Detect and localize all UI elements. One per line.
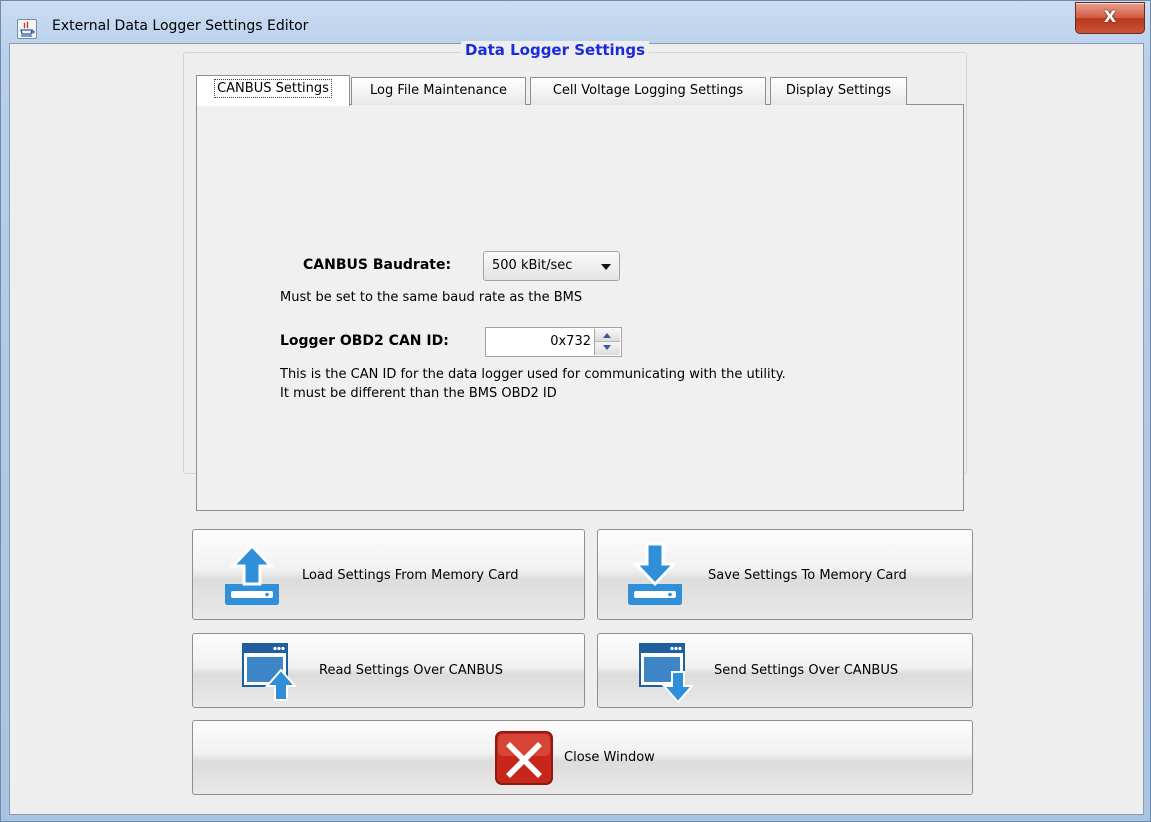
close-x-red-icon bbox=[494, 730, 554, 790]
spinner-up-button[interactable] bbox=[595, 329, 620, 342]
title-bar[interactable]: External Data Logger Settings Editor X bbox=[1, 1, 1150, 43]
tab-label: CANBUS Settings bbox=[214, 79, 332, 98]
group-title: Data Logger Settings bbox=[461, 41, 650, 59]
close-x-icon: X bbox=[1103, 7, 1117, 26]
tab-canbus-settings[interactable]: CANBUS Settings bbox=[196, 75, 350, 106]
read-canbus-button[interactable]: Read Settings Over CANBUS bbox=[192, 633, 585, 708]
tab-panel-canbus bbox=[196, 104, 964, 511]
obd2-id-spinner[interactable]: 0x732 bbox=[485, 327, 622, 357]
java-app-icon[interactable] bbox=[17, 19, 37, 39]
spinner-buttons bbox=[594, 329, 620, 355]
window-upload-icon bbox=[241, 642, 301, 708]
baudrate-value: 500 kBit/sec bbox=[492, 258, 573, 273]
baudrate-hint: Must be set to the same baud rate as the… bbox=[280, 290, 583, 305]
arrow-down-icon bbox=[603, 345, 611, 350]
tab-log-file-maintenance[interactable]: Log File Maintenance bbox=[351, 77, 526, 105]
save-settings-label: Save Settings To Memory Card bbox=[708, 568, 907, 583]
upload-drive-icon bbox=[221, 543, 283, 612]
load-settings-label: Load Settings From Memory Card bbox=[302, 568, 519, 583]
download-drive-icon bbox=[624, 542, 686, 612]
tab-label: Display Settings bbox=[785, 83, 892, 98]
baudrate-dropdown[interactable]: 500 kBit/sec bbox=[483, 251, 620, 281]
tab-cell-voltage-logging[interactable]: Cell Voltage Logging Settings bbox=[530, 77, 766, 105]
save-settings-button[interactable]: Save Settings To Memory Card bbox=[597, 529, 973, 620]
baudrate-label: CANBUS Baudrate: bbox=[303, 257, 452, 273]
obd2-id-value[interactable]: 0x732 bbox=[550, 334, 591, 349]
send-canbus-button[interactable]: Send Settings Over CANBUS bbox=[597, 633, 973, 708]
window-title: External Data Logger Settings Editor bbox=[52, 18, 309, 34]
window-download-icon bbox=[638, 642, 698, 708]
send-canbus-label: Send Settings Over CANBUS bbox=[714, 663, 899, 678]
app-window: External Data Logger Settings Editor X D… bbox=[0, 0, 1151, 822]
chevron-down-icon bbox=[601, 264, 611, 270]
load-settings-button[interactable]: Load Settings From Memory Card bbox=[192, 529, 585, 620]
obd2-hint-line2: It must be different than the BMS OBD2 I… bbox=[280, 386, 557, 401]
obd2-id-label: Logger OBD2 CAN ID: bbox=[280, 333, 449, 349]
read-canbus-label: Read Settings Over CANBUS bbox=[319, 663, 504, 678]
window-close-button[interactable]: X bbox=[1075, 2, 1145, 34]
tab-display-settings[interactable]: Display Settings bbox=[770, 77, 907, 105]
obd2-hint-line1: This is the CAN ID for the data logger u… bbox=[280, 367, 786, 382]
close-window-button[interactable]: Close Window bbox=[192, 720, 973, 795]
spinner-down-button[interactable] bbox=[595, 342, 620, 355]
arrow-up-icon bbox=[603, 333, 611, 338]
tab-label: Cell Voltage Logging Settings bbox=[552, 83, 744, 98]
tab-label: Log File Maintenance bbox=[370, 83, 507, 98]
close-window-label: Close Window bbox=[564, 750, 655, 765]
